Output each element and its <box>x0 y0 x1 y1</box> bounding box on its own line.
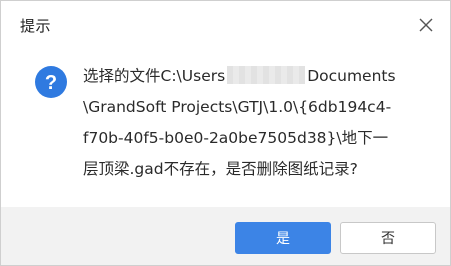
message-path-documents: Documents <box>307 67 396 85</box>
message-line-2: \GrandSoft Projects\GTJ\1.0\{6db194c4- <box>83 98 392 116</box>
svg-text:?: ? <box>45 72 57 94</box>
dialog-title: 提示 <box>20 17 52 35</box>
message-line-3: f70b-40f5-b0e0-2a0be7505d38}\地下一 <box>83 129 389 147</box>
dialog-footer: 是 否 <box>1 207 450 265</box>
no-button[interactable]: 否 <box>340 222 436 254</box>
message-line-1: 选择的文件C:\Users Documents <box>83 61 433 92</box>
title-bar: 提示 <box>1 1 450 49</box>
close-button[interactable] <box>416 15 436 35</box>
redacted-username <box>227 66 306 84</box>
dialog-message: 选择的文件C:\Users Documents \GrandSoft Projec… <box>83 61 433 185</box>
close-icon <box>419 18 433 32</box>
yes-button[interactable]: 是 <box>235 222 331 254</box>
confirm-dialog: 提示 ? 选择的文件C:\Users Documents \GrandSoft P… <box>0 0 451 266</box>
message-line-4: 层顶梁.gad不存在，是否删除图纸记录? <box>83 160 358 178</box>
question-icon: ? <box>34 65 68 99</box>
message-path-start: 选择的文件C:\Users <box>83 67 226 85</box>
